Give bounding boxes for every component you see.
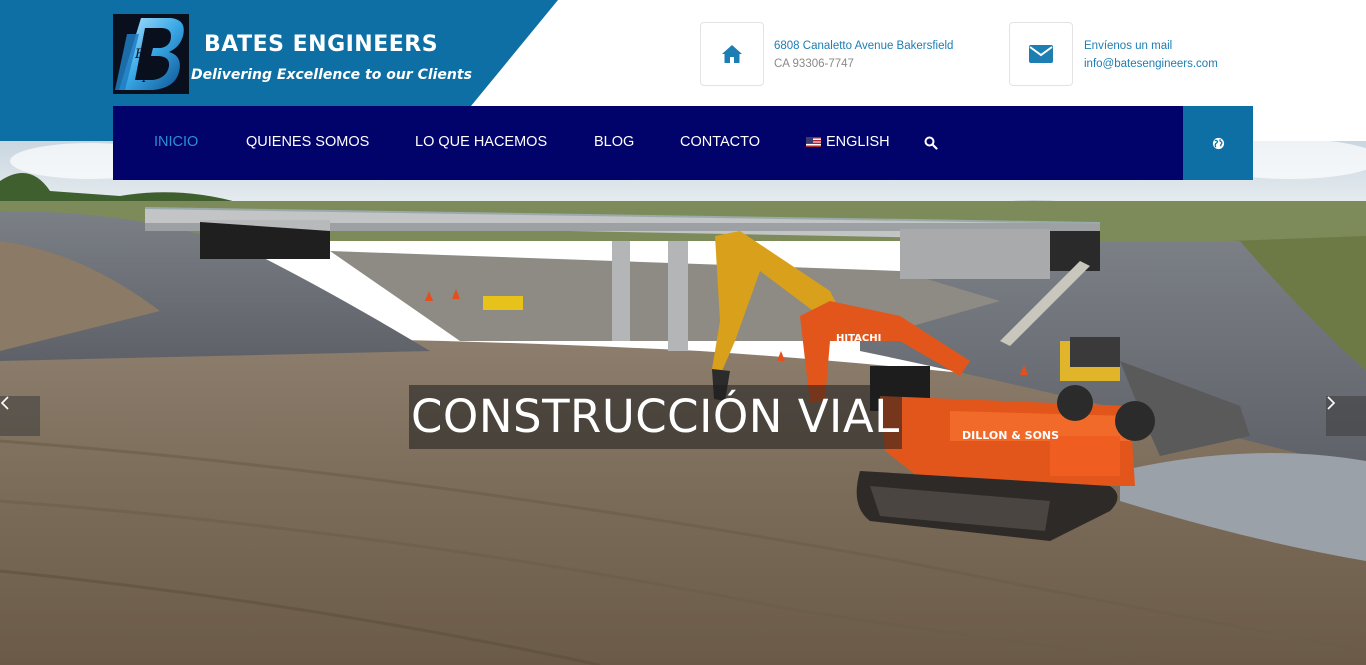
nav-item-blog[interactable]: BLOG (594, 106, 634, 180)
address-block: 6808 Canaletto Avenue Bakersfield CA 933… (774, 37, 953, 73)
machine-label-dillon: DILLON & SONS (962, 429, 1059, 442)
nav-item-inicio[interactable]: INICIO (154, 106, 198, 180)
mail-label: Envíenos un mail (1084, 40, 1173, 52)
nav-item-contacto[interactable]: CONTACTO (680, 106, 760, 180)
mail-icon-box (1009, 22, 1073, 86)
chevron-left-icon (0, 396, 9, 410)
envelope-icon (1029, 45, 1053, 63)
company-logo[interactable]: E I (113, 14, 189, 94)
home-icon-box (700, 22, 764, 86)
brand-title: BATES ENGINEERS (204, 32, 439, 57)
slider-next-button[interactable] (1326, 396, 1366, 436)
language-globe-button[interactable] (1183, 106, 1253, 180)
search-icon[interactable] (924, 136, 938, 150)
mail-block: Envíenos un mail info@batesengineers.com (1084, 37, 1218, 73)
brand-tagline: Delivering Excellence to our Clients (191, 67, 472, 83)
slide-caption: CONSTRUCCIÓN VIAL (409, 385, 902, 449)
nav-item-quienes-somos[interactable]: QUIENES SOMOS (246, 106, 369, 180)
svg-text:E: E (134, 47, 145, 62)
address-line-2: CA 93306-7747 (774, 58, 854, 70)
slider-prev-button[interactable] (0, 396, 40, 436)
svg-text:I: I (141, 71, 147, 85)
home-icon (722, 45, 742, 63)
main-navigation: INICIO QUIENES SOMOS LO QUE HACEMOS BLOG… (113, 106, 1183, 180)
mail-address-link[interactable]: info@batesengineers.com (1084, 55, 1218, 73)
nav-item-english[interactable]: ENGLISH (806, 106, 890, 180)
us-flag-icon (806, 137, 821, 147)
machine-label-hitachi: HITACHI (836, 333, 881, 344)
nav-item-lo-que-hacemos[interactable]: LO QUE HACEMOS (415, 106, 547, 180)
chevron-right-icon (1327, 396, 1336, 410)
hero-slider: HITACHI DILLON & SONS CONSTRUCCIÓN VIAL (0, 141, 1366, 665)
nav-item-english-label: ENGLISH (826, 134, 890, 150)
globe-icon (1212, 137, 1224, 149)
address-line-1: 6808 Canaletto Avenue Bakersfield (774, 40, 954, 52)
